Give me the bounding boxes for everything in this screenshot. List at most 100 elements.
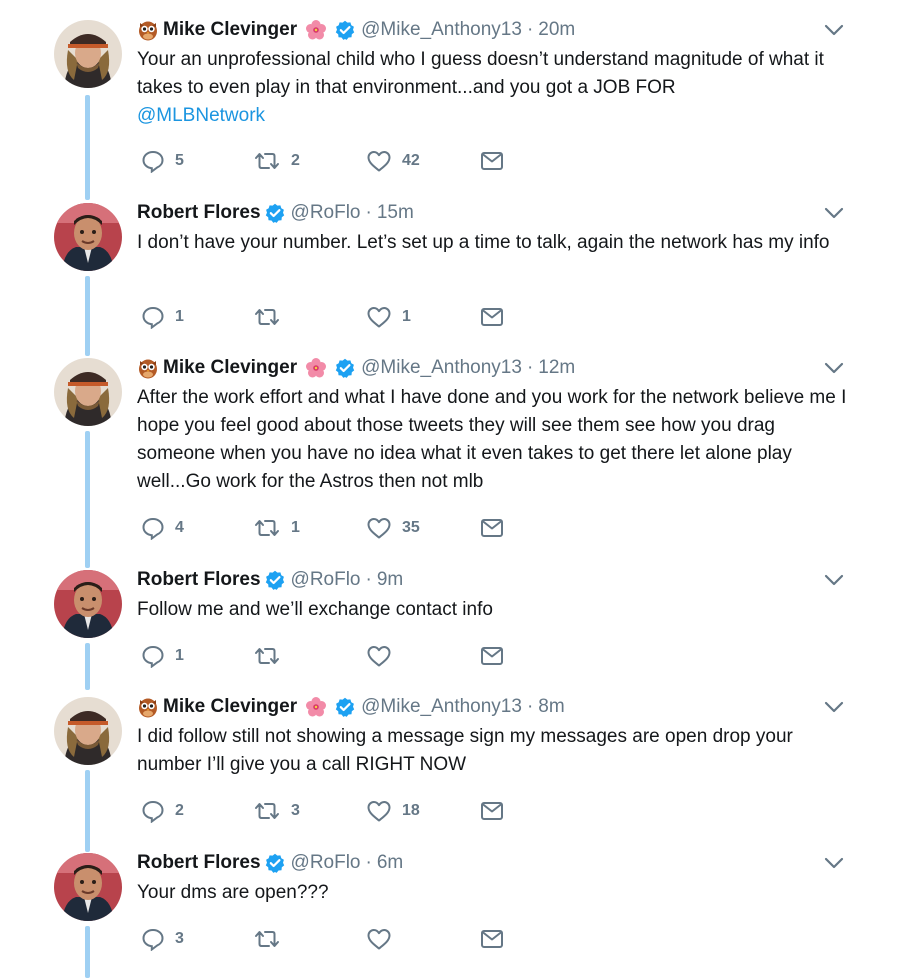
display-name[interactable]: Robert Flores: [137, 569, 261, 591]
chevron-down-icon[interactable]: [823, 206, 845, 220]
heart-icon: [366, 799, 392, 823]
heart-icon: [366, 516, 392, 540]
tweet-actions: 4 1 35: [137, 515, 517, 541]
retweet-icon: [253, 799, 281, 823]
envelope-icon: [480, 800, 504, 822]
tweet-text: Your dms are open???: [137, 882, 329, 903]
hibiscus-emoji-icon: [305, 357, 327, 379]
separator-dot: ·: [526, 357, 534, 378]
like-count: 35: [402, 519, 420, 536]
direct-message-button[interactable]: [480, 148, 504, 174]
display-name[interactable]: Mike Clevinger: [163, 19, 297, 41]
owl-emoji-icon: [137, 357, 159, 379]
retweet-button[interactable]: [253, 304, 291, 330]
thread-connector: [85, 431, 90, 568]
envelope-icon: [480, 150, 504, 172]
retweet-count: 3: [291, 802, 300, 819]
timestamp[interactable]: 6m: [377, 852, 403, 874]
owl-emoji-icon: [137, 19, 159, 41]
verified-badge-icon: [335, 358, 355, 378]
reply-count: 5: [175, 152, 184, 169]
envelope-icon: [480, 517, 504, 539]
chevron-down-icon[interactable]: [823, 361, 845, 375]
tweet-text: I don’t have your number. Let’s set up a…: [137, 232, 830, 253]
retweet-icon: [253, 305, 281, 329]
retweet-button[interactable]: 1: [253, 515, 300, 541]
avatar-mike-clevinger[interactable]: [54, 358, 122, 426]
reply-icon: [141, 149, 165, 173]
direct-message-button[interactable]: [480, 643, 504, 669]
thread-connector: [85, 276, 90, 356]
retweet-count: 1: [291, 519, 300, 536]
verified-badge-icon: [265, 570, 285, 590]
display-name[interactable]: Robert Flores: [137, 202, 261, 224]
like-button[interactable]: [366, 643, 402, 669]
like-button[interactable]: 35: [366, 515, 420, 541]
username-handle[interactable]: @Mike_Anthony13: [361, 19, 522, 41]
direct-message-button[interactable]: [480, 515, 504, 541]
timestamp[interactable]: 8m: [538, 696, 564, 718]
heart-icon: [366, 927, 392, 951]
verified-badge-icon: [335, 20, 355, 40]
tweet-actions: 2 3 18: [137, 798, 517, 824]
reply-icon: [141, 516, 165, 540]
avatar-robert-flores[interactable]: [54, 570, 122, 638]
avatar-robert-flores[interactable]: [54, 853, 122, 921]
like-button[interactable]: 1: [366, 304, 411, 330]
chevron-down-icon[interactable]: [823, 23, 845, 37]
conversation-thread: Mike Clevinger @Mike_Anthony13 · 20m You…: [0, 0, 900, 978]
username-handle[interactable]: @Mike_Anthony13: [361, 696, 522, 718]
direct-message-button[interactable]: [480, 798, 504, 824]
verified-badge-icon: [265, 203, 285, 223]
like-button[interactable]: 42: [366, 148, 420, 174]
timestamp[interactable]: 20m: [538, 19, 575, 41]
thread-connector: [85, 643, 90, 690]
timestamp[interactable]: 9m: [377, 569, 403, 591]
chevron-down-icon[interactable]: [823, 700, 845, 714]
retweet-icon: [253, 927, 281, 951]
avatar-mike-clevinger[interactable]: [54, 20, 122, 88]
like-button[interactable]: [366, 926, 402, 952]
direct-message-button[interactable]: [480, 926, 504, 952]
verified-badge-icon: [265, 853, 285, 873]
reply-button[interactable]: 4: [141, 515, 184, 541]
retweet-button[interactable]: 2: [253, 148, 300, 174]
tweet-text: After the work effort and what I have do…: [137, 387, 847, 492]
direct-message-button[interactable]: [480, 304, 504, 330]
reply-button[interactable]: 1: [141, 304, 184, 330]
tweet-text: Your an unprofessional child who I guess…: [137, 49, 824, 126]
reply-button[interactable]: 2: [141, 798, 184, 824]
mention-link[interactable]: @MLBNetwork: [137, 105, 265, 126]
tweet-header: Robert Flores @RoFlo · 15m: [137, 198, 414, 228]
tweet-text: I did follow still not showing a message…: [137, 726, 793, 775]
tweet-header: Mike Clevinger @Mike_Anthony13 · 20m: [137, 15, 575, 45]
reply-button[interactable]: 3: [141, 926, 184, 952]
username-handle[interactable]: @Mike_Anthony13: [361, 357, 522, 379]
timestamp[interactable]: 15m: [377, 202, 414, 224]
retweet-button[interactable]: [253, 643, 291, 669]
heart-icon: [366, 644, 392, 668]
timestamp[interactable]: 12m: [538, 357, 575, 379]
thread-connector: [85, 770, 90, 852]
reply-button[interactable]: 1: [141, 643, 184, 669]
reply-count: 1: [175, 308, 184, 325]
avatar-mike-clevinger[interactable]: [54, 697, 122, 765]
tweet-actions: 1: [137, 643, 517, 669]
reply-button[interactable]: 5: [141, 148, 184, 174]
display-name[interactable]: Mike Clevinger: [163, 357, 297, 379]
tweet-header: Mike Clevinger @Mike_Anthony13 · 8m: [137, 692, 565, 722]
display-name[interactable]: Mike Clevinger: [163, 696, 297, 718]
username-handle[interactable]: @RoFlo: [291, 202, 361, 224]
thread-connector: [85, 926, 90, 978]
reply-count: 3: [175, 930, 184, 947]
retweet-icon: [253, 516, 281, 540]
chevron-down-icon[interactable]: [823, 573, 845, 587]
username-handle[interactable]: @RoFlo: [291, 569, 361, 591]
like-button[interactable]: 18: [366, 798, 420, 824]
retweet-button[interactable]: 3: [253, 798, 300, 824]
display-name[interactable]: Robert Flores: [137, 852, 261, 874]
retweet-button[interactable]: [253, 926, 291, 952]
username-handle[interactable]: @RoFlo: [291, 852, 361, 874]
avatar-robert-flores[interactable]: [54, 203, 122, 271]
chevron-down-icon[interactable]: [823, 856, 845, 870]
